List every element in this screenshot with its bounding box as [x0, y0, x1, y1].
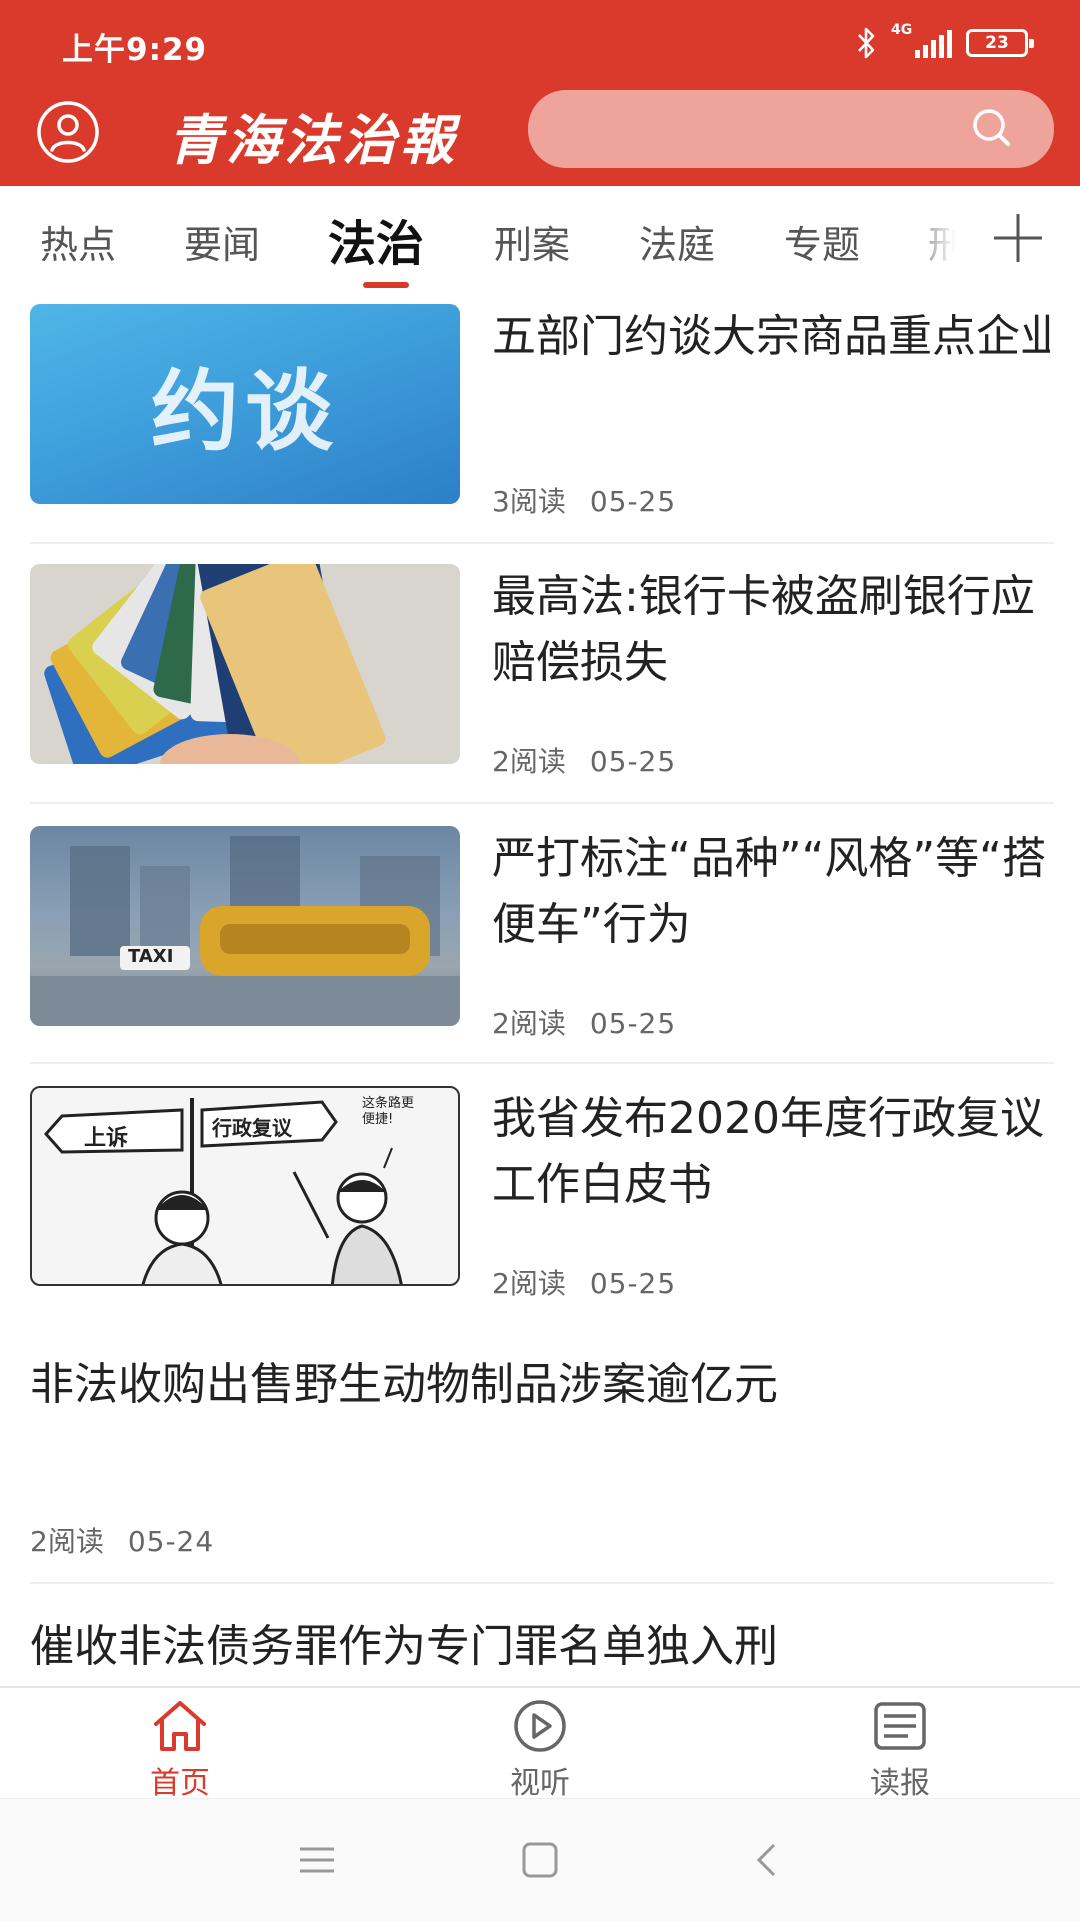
cartoon-sign-left: 上诉 — [84, 1126, 129, 1151]
add-tab-icon[interactable] — [988, 208, 1048, 268]
news-item[interactable]: 最高法:银行卡被盗刷银行应赔偿损失 2阅读 05-25 — [30, 564, 1050, 778]
news-thumbnail: 约谈 — [30, 304, 460, 504]
news-meta: 2阅读 05-25 — [492, 1002, 676, 1042]
read-count: 2阅读 — [30, 1525, 104, 1558]
news-date: 05-25 — [589, 745, 677, 778]
tab-criminal[interactable]: 刑案 — [494, 214, 570, 269]
news-title: 最高法:银行卡被盗刷银行应赔偿损失 — [492, 571, 1035, 688]
news-meta: 3阅读 05-25 — [492, 480, 676, 520]
search-icon[interactable] — [970, 106, 1012, 148]
nav-label: 读报 — [870, 1766, 930, 1801]
bluetooth-icon — [858, 27, 875, 59]
divider — [30, 802, 1054, 804]
battery-level: 23 — [985, 33, 1009, 53]
news-date: 05-25 — [589, 485, 677, 518]
menu-icon[interactable] — [292, 1835, 342, 1885]
signal-icon: 4G — [891, 22, 952, 58]
tab-topic[interactable]: 专题 — [784, 214, 860, 269]
home-icon — [154, 1701, 206, 1751]
home-square-icon[interactable] — [515, 1835, 565, 1885]
tab-news[interactable]: 要闻 — [184, 214, 260, 269]
app-logo: 青海法治報 — [168, 108, 458, 172]
news-thumbnail: 上诉 行政复议 这条路更便捷! — [30, 1086, 460, 1286]
system-nav-bar — [0, 1798, 1080, 1921]
news-title[interactable]: 催收非法债务罪作为专门罪名单独入刑 — [30, 1610, 1050, 1674]
read-count: 2阅读 — [492, 1267, 566, 1300]
tab-court[interactable]: 法庭 — [639, 214, 715, 269]
network-type: 4G — [891, 22, 913, 38]
nav-label: 首页 — [150, 1766, 210, 1801]
cartoon-speech-bubble: 这条路更便捷! — [362, 1096, 415, 1127]
read-count: 2阅读 — [492, 1007, 566, 1040]
read-count: 2阅读 — [492, 745, 566, 778]
news-meta: 2阅读 05-25 — [492, 740, 676, 780]
news-title[interactable]: 非法收购出售野生动物制品涉案逾亿元 — [30, 1348, 1050, 1412]
tabs-fade — [900, 186, 980, 290]
news-thumbnail: TAXI — [30, 826, 460, 1026]
bank-cards-image — [30, 564, 460, 764]
nav-paper[interactable]: 读报 — [800, 1688, 1000, 1801]
battery-icon: 23 — [966, 29, 1034, 57]
news-title: 我省发布2020年度行政复议工作白皮书 — [492, 1093, 1044, 1210]
news-item[interactable]: 上诉 行政复议 这条路更便捷! 我省发布2020年度行政复议工作白皮书 2阅读 0… — [30, 1086, 1050, 1300]
nav-media[interactable]: 视听 — [440, 1688, 640, 1801]
tab-hot[interactable]: 热点 — [40, 214, 116, 269]
read-count: 3阅读 — [492, 485, 566, 518]
news-date: 05-25 — [589, 1007, 677, 1040]
news-date: 05-25 — [589, 1267, 677, 1300]
status-icons: 4G 23 — [855, 22, 1034, 62]
divider — [30, 1062, 1054, 1064]
user-icon[interactable] — [36, 100, 100, 164]
news-title: 严打标注“品种”“风格”等“搭便车”行为 — [492, 833, 1046, 950]
active-tab-indicator — [363, 282, 409, 288]
thumbnail-text: 约谈 — [150, 359, 339, 463]
app-header: 上午9:29 4G 23 青海法治報 — [0, 0, 1080, 186]
nav-home[interactable]: 首页 — [80, 1688, 280, 1801]
nav-label: 视听 — [510, 1766, 570, 1801]
news-meta: 2阅读 05-24 — [30, 1520, 214, 1560]
back-icon[interactable] — [742, 1835, 792, 1885]
tab-law[interactable]: 法治 — [328, 204, 424, 274]
taxi-image — [30, 836, 460, 1026]
news-title: 五部门约谈大宗商品重点企业:不得囤积居奇... — [492, 311, 1050, 362]
bottom-nav: 首页 视听 读报 — [0, 1686, 1080, 1801]
play-circle-icon — [514, 1700, 566, 1752]
news-meta: 2阅读 05-25 — [492, 1262, 676, 1302]
news-date: 05-24 — [127, 1525, 215, 1558]
divider — [30, 1582, 1054, 1584]
news-thumbnail — [30, 564, 460, 764]
taxi-sign-text: TAXI — [128, 946, 174, 967]
news-item[interactable]: 约谈 五部门约谈大宗商品重点企业:不得囤积居奇... 3阅读 05-25 — [30, 304, 1050, 518]
cartoon-sign-right: 行政复议 — [212, 1116, 292, 1140]
news-item[interactable]: TAXI 严打标注“品种”“风格”等“搭便车”行为 2阅读 05-25 — [30, 826, 1050, 1040]
status-time: 上午9:29 — [62, 32, 208, 68]
divider — [30, 542, 1054, 544]
newspaper-icon — [874, 1702, 926, 1750]
